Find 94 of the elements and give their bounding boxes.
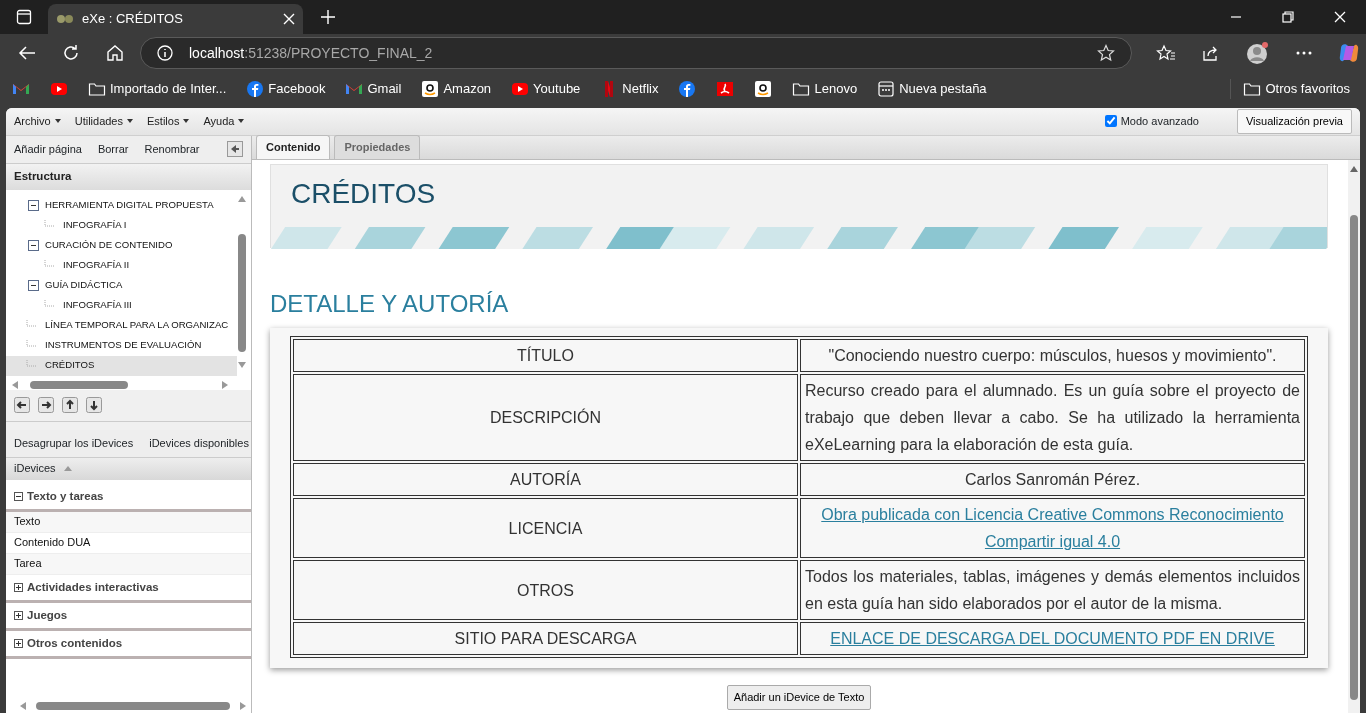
column-header[interactable]: iDevices bbox=[14, 460, 56, 477]
bookmark[interactable]: Netflix bbox=[600, 79, 659, 99]
facebook-icon[interactable] bbox=[678, 80, 697, 98]
menu-item[interactable]: Ayuda bbox=[203, 113, 235, 130]
tree-item[interactable]: INFOGRAFÍA III bbox=[6, 295, 237, 316]
tab[interactable]: Contenido bbox=[256, 135, 331, 159]
table-cell: SITIO PARA DESCARGA bbox=[293, 622, 798, 656]
url-text: localhost:51238/PROYECTO_FINAL_2 bbox=[189, 43, 434, 63]
bookmark[interactable]: Otros favoritos bbox=[1230, 79, 1366, 99]
table-cell: Todos los materiales, tablas, imágenes y demás elementos incluidos en esta guía han sido elaborados por el autor de la misma. bbox=[800, 560, 1305, 621]
collapse-panel-icon[interactable] bbox=[227, 141, 243, 158]
caret-icon bbox=[238, 119, 245, 124]
tree-item[interactable]: GUÍA DIDÁCTICA bbox=[6, 275, 237, 296]
table-cell: TÍTULO bbox=[293, 339, 798, 373]
bookmark[interactable]: Nueva pestaña bbox=[877, 79, 987, 99]
table-cell: DESCRIPCIÓN bbox=[293, 374, 798, 462]
folder-icon bbox=[1243, 80, 1262, 98]
checkbox-label: Modo avanzado bbox=[1120, 114, 1199, 130]
menu-item[interactable]: Estilos bbox=[147, 113, 180, 130]
browser-tab[interactable]: eXe : CRÉDITOS bbox=[48, 4, 303, 34]
new-tab-icon[interactable] bbox=[321, 10, 335, 24]
tree-item[interactable]: INFOGRAFÍA II bbox=[6, 255, 237, 276]
toolbar-button[interactable]: Renombrar bbox=[144, 140, 200, 158]
toolbar-button[interactable]: Borrar bbox=[97, 140, 129, 158]
caret-icon bbox=[127, 119, 133, 124]
add-idevice-button[interactable]: Añadir un iDevice de Texto bbox=[726, 685, 872, 710]
share-icon[interactable] bbox=[1202, 44, 1220, 62]
idevice-item[interactable]: Tarea bbox=[6, 553, 251, 575]
checkbox[interactable] bbox=[1104, 115, 1117, 128]
tab[interactable]: Propiedades bbox=[334, 135, 421, 159]
close-icon[interactable] bbox=[283, 13, 295, 25]
video-play-icon[interactable] bbox=[50, 80, 68, 98]
bookmark[interactable]: Lenovo bbox=[792, 79, 858, 99]
tree-item[interactable]: HERRAMIENTA DIGITAL PROPUESTA bbox=[6, 195, 237, 216]
caret-icon bbox=[54, 119, 61, 124]
table-cell: "Conociendo nuestro cuerpo: músculos, huesos y movimiento". bbox=[800, 339, 1305, 373]
table-cell: OTROS bbox=[293, 560, 798, 621]
tab-favicon-icon bbox=[56, 12, 74, 26]
bookmark[interactable]: Gmail bbox=[345, 79, 402, 99]
sidebar-icon[interactable] bbox=[16, 9, 32, 25]
panel-title: Estructura bbox=[14, 169, 72, 185]
toolbar-button[interactable]: iDevices disponibles bbox=[149, 434, 249, 452]
collapse-icon[interactable] bbox=[28, 280, 39, 292]
move-down-icon[interactable] bbox=[86, 397, 102, 414]
calendar-icon bbox=[877, 80, 896, 98]
move-right-icon[interactable] bbox=[38, 397, 54, 414]
star-icon[interactable] bbox=[1097, 44, 1115, 62]
facebook-icon bbox=[246, 80, 265, 98]
close-icon[interactable] bbox=[1334, 11, 1346, 23]
bookmark[interactable]: Youtube bbox=[511, 79, 581, 99]
bookmark[interactable]: Amazon bbox=[421, 79, 492, 99]
table-cell: Recurso creado para el alumnado. Es un guía sobre el proyecto de trabajo que deben llevar a cabo. Se ha utilizado la herramienta eXeLearning para la elaboración de esta guía. bbox=[800, 374, 1305, 462]
bookmark[interactable]: Importado de Inter... bbox=[88, 79, 227, 99]
favorites-icon[interactable] bbox=[1156, 44, 1176, 62]
collapse-icon[interactable] bbox=[28, 200, 39, 212]
menu-item[interactable]: Archivo bbox=[14, 113, 51, 130]
back-icon[interactable] bbox=[18, 45, 36, 61]
idevice-item[interactable]: Texto bbox=[6, 511, 251, 533]
restore-icon[interactable] bbox=[1282, 11, 1294, 23]
table-cell: LICENCIA bbox=[293, 498, 798, 559]
amazon-icon[interactable] bbox=[754, 80, 773, 98]
home-icon[interactable] bbox=[106, 44, 124, 62]
folder-icon bbox=[88, 80, 106, 98]
section-heading: DETALLE Y AUTORÍA bbox=[270, 289, 509, 319]
tree-item[interactable]: INFOGRAFÍA I bbox=[6, 215, 237, 236]
tree-item[interactable]: CURACIÓN DE CONTENIDO bbox=[6, 235, 237, 256]
table-cell: Carlos Sanromán Pérez. bbox=[800, 463, 1305, 497]
collapse-icon[interactable] bbox=[28, 240, 39, 252]
toolbar-button[interactable]: Añadir página bbox=[14, 140, 82, 158]
address-bar[interactable]: localhost:51238/PROYECTO_FINAL_2 bbox=[140, 37, 1132, 69]
tree-item[interactable]: CRÉDITOS bbox=[6, 355, 237, 376]
bookmark[interactable]: Facebook bbox=[246, 79, 326, 99]
toolbar-button[interactable]: Desagrupar los iDevices bbox=[14, 434, 134, 452]
profile-avatar-icon[interactable] bbox=[1246, 41, 1270, 65]
move-up-icon[interactable] bbox=[62, 397, 78, 414]
info-icon bbox=[157, 45, 173, 61]
refresh-icon[interactable] bbox=[62, 44, 80, 62]
caret-icon bbox=[183, 119, 190, 124]
copilot-icon[interactable] bbox=[1338, 42, 1360, 64]
preview-button[interactable]: Visualización previa bbox=[1236, 109, 1352, 134]
tab-title: eXe : CRÉDITOS bbox=[82, 10, 184, 29]
tree-item[interactable]: LÍNEA TEMPORAL PARA LA ORGANIZAC bbox=[6, 315, 237, 336]
sort-ascending-icon bbox=[63, 466, 72, 472]
video-play-icon bbox=[511, 80, 530, 98]
menu-item[interactable]: Utilidades bbox=[74, 113, 123, 130]
page-title: CRÉDITOS bbox=[290, 176, 436, 211]
folder-icon bbox=[792, 80, 811, 98]
table-cell: AUTORÍA bbox=[293, 463, 798, 497]
more-icon[interactable] bbox=[1296, 51, 1312, 55]
link[interactable]: Obra publicada con Licencia Creative Commons Reconocimiento Compartir igual 4.0 bbox=[805, 501, 1300, 556]
amazon-icon bbox=[421, 80, 440, 98]
link[interactable]: ENLACE DE DESCARGA DEL DOCUMENTO PDF EN DRIVE bbox=[830, 625, 1275, 653]
move-left-icon[interactable] bbox=[14, 397, 30, 414]
tree-item[interactable]: INSTRUMENTOS DE EVALUACIÓN bbox=[6, 335, 237, 356]
